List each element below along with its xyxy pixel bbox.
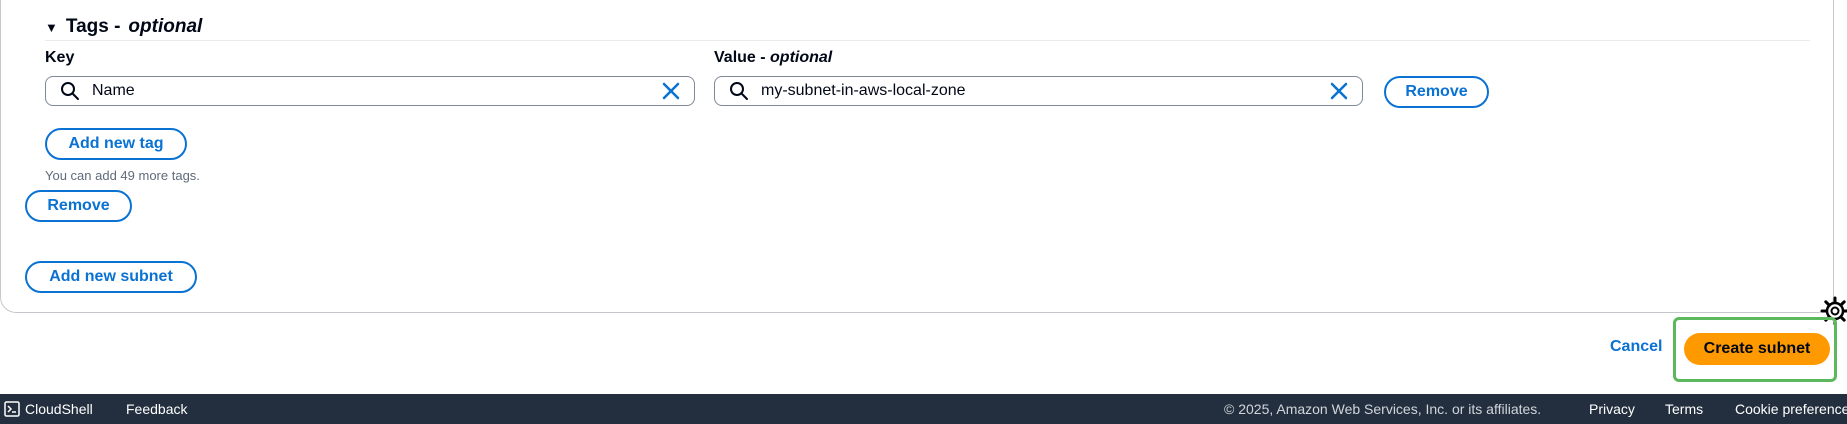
remove-tag-button[interactable]: Remove	[1384, 76, 1489, 108]
tags-section-toggle[interactable]: ▼ Tags - optional	[45, 16, 202, 38]
terms-link[interactable]: Terms	[1665, 401, 1703, 417]
add-new-subnet-button[interactable]: Add new subnet	[25, 261, 197, 293]
key-label: Key	[45, 49, 75, 66]
cancel-button[interactable]: Cancel	[1610, 338, 1662, 356]
clear-icon[interactable]	[1328, 80, 1350, 102]
clear-icon[interactable]	[660, 80, 682, 102]
cloudshell-icon	[4, 401, 20, 417]
feedback-link[interactable]: Feedback	[126, 401, 187, 417]
value-label: Value - optional	[714, 49, 833, 66]
copyright-text: © 2025, Amazon Web Services, Inc. or its…	[1224, 401, 1542, 417]
tag-value-value: my-subnet-in-aws-local-zone	[761, 82, 966, 99]
search-icon	[730, 82, 748, 100]
tags-hint-text: You can add 49 more tags.	[45, 168, 200, 183]
subnet-settings-panel	[0, 0, 1834, 313]
console-footer: CloudShell Feedback © 2025, Amazon Web S…	[0, 394, 1847, 424]
tag-key-input[interactable]: Name	[45, 76, 695, 106]
caret-down-icon: ▼	[45, 19, 58, 35]
tag-value-input[interactable]: my-subnet-in-aws-local-zone	[714, 76, 1363, 106]
tags-header-label: Tags -	[65, 16, 121, 37]
search-icon	[61, 82, 79, 100]
tags-header-optional: optional	[128, 16, 203, 37]
divider	[45, 40, 1810, 41]
privacy-link[interactable]: Privacy	[1589, 401, 1635, 417]
cookie-preferences-link[interactable]: Cookie preferences	[1735, 401, 1847, 417]
add-new-tag-button[interactable]: Add new tag	[45, 128, 187, 160]
cloudshell-link[interactable]: CloudShell	[25, 401, 93, 417]
tag-key-value: Name	[92, 82, 135, 99]
create-subnet-button[interactable]: Create subnet	[1684, 333, 1830, 365]
remove-subnet-button[interactable]: Remove	[25, 190, 132, 222]
